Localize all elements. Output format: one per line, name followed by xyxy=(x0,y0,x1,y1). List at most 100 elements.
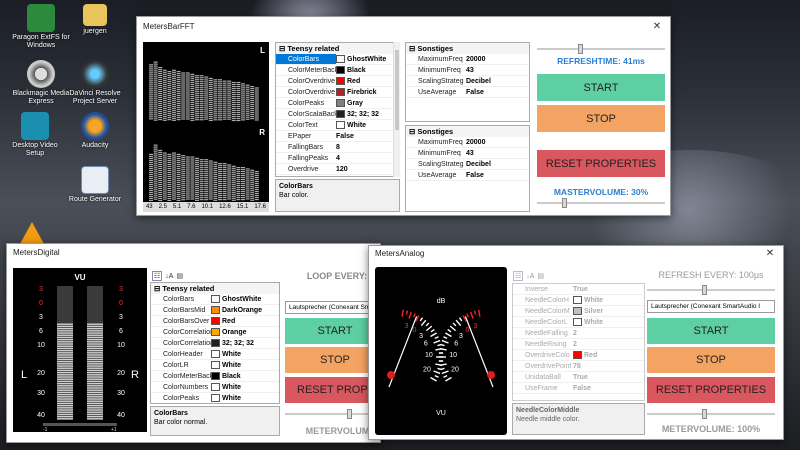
property-value[interactable]: Black xyxy=(211,371,279,381)
close-button[interactable]: ✕ xyxy=(757,248,783,259)
desktop-icon-media-express[interactable]: Blackmagic Media Express xyxy=(10,60,72,106)
refresh-slider[interactable] xyxy=(647,285,775,295)
property-value[interactable]: White xyxy=(573,317,644,327)
start-button[interactable]: START xyxy=(647,318,775,344)
property-value[interactable]: 43 xyxy=(466,65,529,75)
property-pages-icon[interactable]: ▤ xyxy=(537,272,544,280)
slider-thumb[interactable] xyxy=(577,44,583,54)
property-value[interactable]: DarkOrange xyxy=(211,305,279,315)
desktop-icon-video-setup[interactable]: Desktop Video Setup xyxy=(4,112,66,158)
property-row[interactable]: MinimumFreq 43 xyxy=(406,65,529,76)
property-row[interactable]: Inverse True xyxy=(513,284,644,295)
property-value[interactable]: False xyxy=(573,383,644,393)
property-row[interactable]: ColorLR White xyxy=(151,360,279,371)
slider-thumb[interactable] xyxy=(702,409,708,419)
property-value[interactable]: Gray xyxy=(336,98,399,108)
property-row[interactable]: MaximumFreq 20000 xyxy=(406,54,529,65)
property-row[interactable]: FallingBars 8 xyxy=(276,142,399,153)
slider-thumb[interactable] xyxy=(702,285,708,295)
property-row[interactable]: ColorHeader White xyxy=(151,349,279,360)
categorized-icon[interactable]: ☷ xyxy=(513,271,524,281)
property-row[interactable]: ColorOverdrive Red xyxy=(276,76,399,87)
start-button[interactable]: START xyxy=(537,74,665,101)
reset-properties-button[interactable]: RESET PROPERTIES xyxy=(537,150,665,177)
property-row[interactable]: OverdriveColo Red xyxy=(513,350,644,361)
property-row[interactable]: ColorCorrelation 32; 32; 32 xyxy=(151,338,279,349)
property-grid[interactable]: ⊟ Teensy related ColorBars GhostWhite Colo… xyxy=(275,42,400,177)
desktop-icon-juergen[interactable]: juergen xyxy=(64,4,126,36)
property-row[interactable]: ColorNumbers White xyxy=(151,382,279,393)
property-row[interactable]: NeedleColorH White xyxy=(513,295,644,306)
property-row[interactable]: ColorBars GhostWhite xyxy=(151,294,279,305)
property-grid[interactable]: ⊟ Teensy related ColorBars GhostWhite Colo… xyxy=(150,282,280,404)
property-row[interactable]: NeedleColorL White xyxy=(513,317,644,328)
property-value[interactable]: 120 xyxy=(336,164,399,174)
property-value[interactable]: False xyxy=(466,170,529,180)
property-value[interactable]: Decibel xyxy=(466,76,529,86)
property-value[interactable]: Firebrick xyxy=(336,87,399,97)
property-value[interactable]: Silver xyxy=(573,306,644,316)
desktop-icon-route-generator[interactable]: Route Generator xyxy=(64,166,126,204)
property-row[interactable]: ScalingStrateg Decibel xyxy=(406,159,529,170)
property-value[interactable]: 20000 xyxy=(466,54,529,64)
reset-properties-button[interactable]: RESET PROPERTIES xyxy=(647,377,775,403)
alphabetical-icon[interactable]: ↓A xyxy=(526,273,534,280)
property-row[interactable]: NeedleRising 2 xyxy=(513,339,644,350)
desktop-icon-paragon[interactable]: Paragon ExtFS for Windows xyxy=(10,4,72,50)
category-header[interactable]: ⊟ Sonstiges xyxy=(406,43,529,54)
alphabetical-icon[interactable]: ↓A xyxy=(165,273,173,280)
master-volume-slider[interactable] xyxy=(537,198,665,208)
property-value[interactable]: White xyxy=(211,382,279,392)
property-value[interactable]: White xyxy=(336,120,399,130)
property-value[interactable]: Red xyxy=(336,76,399,86)
category-header[interactable]: ⊟ Sonstiges xyxy=(406,126,529,137)
misc-property-grid-1[interactable]: ⊟ Sonstiges MaximumFreq 20000 MinimumFreq 4… xyxy=(405,42,530,122)
property-value[interactable]: Black xyxy=(336,65,399,75)
property-row[interactable]: MaximumFreq 20000 xyxy=(406,137,529,148)
audio-device-select[interactable]: Lautsprecher (Conexant SmartAudio I xyxy=(647,300,775,313)
property-value[interactable]: False xyxy=(336,131,399,141)
property-row[interactable]: UnidataBall True xyxy=(513,372,644,383)
desktop-icon-audacity[interactable]: Audacity xyxy=(64,112,126,150)
property-row[interactable]: UseFrame False xyxy=(513,383,644,394)
scrollbar-thumb[interactable] xyxy=(395,50,399,130)
property-value[interactable]: White xyxy=(211,349,279,359)
property-row[interactable]: ColorPeaks Gray xyxy=(276,98,399,109)
property-value[interactable]: Decibel xyxy=(466,159,529,169)
property-row[interactable]: Overdrive 120 xyxy=(276,164,399,175)
property-grid-scrollbar[interactable] xyxy=(393,42,400,177)
misc-property-grid-2[interactable]: ⊟ Sonstiges MaximumFreq 20000 MinimumFreq 4… xyxy=(405,125,530,212)
categorized-icon[interactable]: ☷ xyxy=(152,271,163,281)
property-row[interactable]: ColorPeaks White xyxy=(151,393,279,403)
property-value[interactable]: True xyxy=(573,372,644,382)
property-value[interactable]: 32; 32; 32 xyxy=(336,109,399,119)
slider-thumb[interactable] xyxy=(561,198,567,208)
property-row[interactable]: ColorOverdrive Firebrick xyxy=(276,87,399,98)
property-value[interactable]: 20000 xyxy=(466,137,529,147)
property-row[interactable]: EPaper False xyxy=(276,131,399,142)
property-row[interactable]: ColorCorrelation Orange xyxy=(151,327,279,338)
property-row[interactable]: ColorBarsMid DarkOrange xyxy=(151,305,279,316)
property-row[interactable]: ColorText White xyxy=(276,120,399,131)
property-value[interactable]: 78 xyxy=(573,361,644,371)
property-value[interactable]: True xyxy=(573,284,644,294)
property-value[interactable]: GhostWhite xyxy=(336,54,399,64)
property-pages-icon[interactable]: ▤ xyxy=(176,272,183,280)
category-header[interactable]: ⊟ Teensy related xyxy=(276,43,399,54)
property-row[interactable]: OverdrivePoint 78 xyxy=(513,361,644,372)
property-row[interactable]: ColorMeterBack Black xyxy=(276,65,399,76)
property-row[interactable]: ColorBarsOver Red xyxy=(151,316,279,327)
property-value[interactable]: False xyxy=(466,87,529,97)
property-value[interactable]: White xyxy=(211,393,279,403)
meter-volume-slider[interactable] xyxy=(647,409,775,419)
property-value[interactable]: Orange xyxy=(211,327,279,337)
slider-thumb[interactable] xyxy=(347,409,352,419)
property-row[interactable]: NeedleFalling 2 xyxy=(513,328,644,339)
property-value[interactable]: 43 xyxy=(466,148,529,158)
property-row[interactable]: ScalingStrateg Decibel xyxy=(406,76,529,87)
property-value[interactable]: White xyxy=(573,295,644,305)
property-row[interactable]: ColorBars GhostWhite xyxy=(276,54,399,65)
property-value[interactable]: 2 xyxy=(573,339,644,349)
desktop-icon-davinci[interactable]: DaVinci Resolve Project Server xyxy=(64,60,126,106)
property-row[interactable]: MinimumFreq 43 xyxy=(406,148,529,159)
